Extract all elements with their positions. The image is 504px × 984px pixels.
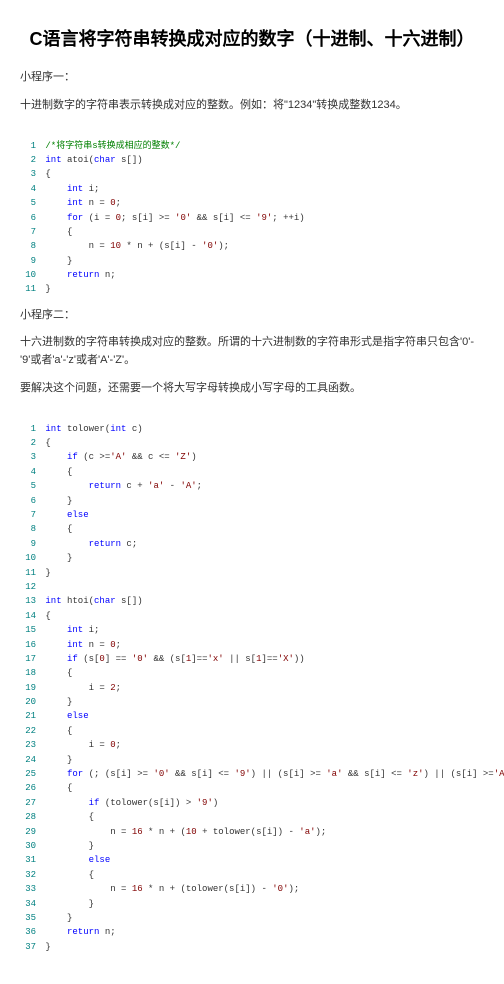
section2-label: 小程序二：	[20, 307, 484, 325]
section1-label: 小程序一：	[20, 69, 484, 87]
code-block-1: 1 /*将字符串s转换成相应的整数*/ 2 int atoi(char s[])…	[20, 124, 484, 297]
section1-desc: 十进制数字的字符串表示转换成对应的整数。例如：将"1234"转换成整数1234。	[20, 97, 484, 115]
section2-desc: 十六进制数的字符串转换成对应的整数。所谓的十六进制数的字符串形式是指字符串只包含…	[20, 334, 484, 369]
section2-desc2: 要解决这个问题，还需要一个将大写字母转换成小写字母的工具函数。	[20, 380, 484, 398]
code-block-2: 1 int tolower(int c) 2 { 3 if (c >='A' &…	[20, 407, 484, 954]
page-title: C语言将字符串转换成对应的数字（十进制、十六进制）	[20, 25, 484, 51]
